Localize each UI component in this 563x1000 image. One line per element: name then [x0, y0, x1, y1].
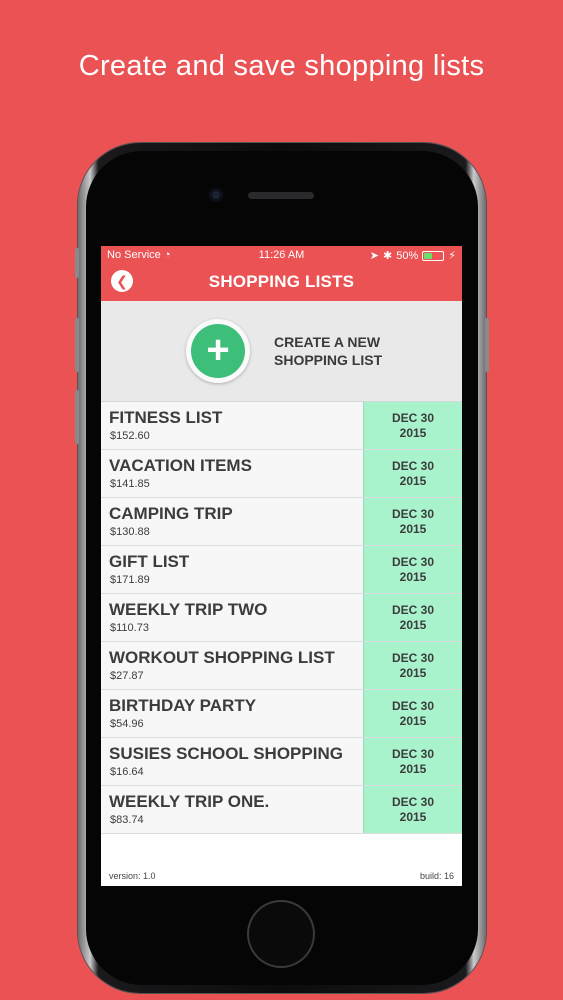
list-item-date: DEC 30 2015	[363, 642, 462, 689]
create-list-label[interactable]: CREATE A NEW SHOPPING LIST	[274, 333, 444, 369]
list-item-date-month: DEC 30	[391, 554, 435, 569]
status-right-group: ➤ ✱ 50% ⚡	[369, 249, 456, 263]
battery-level-fill	[424, 252, 433, 259]
bluetooth-icon: ✱	[383, 250, 393, 262]
list-item[interactable]: WEEKLY TRIP TWO $110.73 DEC 30 2015	[101, 594, 462, 642]
list-item-date: DEC 30 2015	[363, 546, 462, 593]
list-item-price: $141.85	[110, 478, 150, 490]
list-item-date-month: DEC 30	[391, 746, 435, 761]
list-item-title: VACATION ITEMS	[109, 456, 252, 475]
list-item-date: DEC 30 2015	[363, 450, 462, 497]
promo-headline: Create and save shopping lists	[78, 50, 485, 82]
list-item-date-year: 2015	[399, 809, 427, 824]
list-item-date: DEC 30 2015	[363, 402, 462, 449]
list-item-date: DEC 30 2015	[363, 498, 462, 545]
page-title: SHOPPING LISTS	[208, 272, 355, 291]
create-label-line1: CREATE A NEW	[274, 334, 381, 350]
list-item-title: WEEKLY TRIP ONE.	[109, 792, 270, 811]
list-item-date-year: 2015	[399, 761, 427, 776]
list-item-date: DEC 30 2015	[363, 738, 462, 785]
list-item-price: $152.60	[110, 430, 150, 442]
create-list-button[interactable]: +	[186, 319, 250, 383]
list-item-price: $171.89	[110, 574, 150, 586]
shopping-list-table: FITNESS LIST $152.60 DEC 30 2015 VACATIO…	[101, 402, 462, 834]
list-item-price: $83.74	[110, 814, 144, 826]
list-item-price: $110.73	[110, 622, 149, 634]
list-item-title: GIFT LIST	[109, 552, 190, 571]
list-item[interactable]: GIFT LIST $171.89 DEC 30 2015	[101, 546, 462, 594]
list-item[interactable]: VACATION ITEMS $141.85 DEC 30 2015	[101, 450, 462, 498]
battery-percent: 50%	[396, 249, 419, 262]
list-item-date-year: 2015	[399, 473, 427, 488]
list-item-title: BIRTHDAY PARTY	[109, 696, 257, 715]
list-item-date-month: DEC 30	[391, 698, 435, 713]
list-item[interactable]: BIRTHDAY PARTY $54.96 DEC 30 2015	[101, 690, 462, 738]
list-item-price: $16.64	[110, 766, 144, 778]
create-label-line2: SHOPPING LIST	[274, 352, 383, 368]
list-item-date-year: 2015	[399, 665, 427, 680]
list-item-title: WEEKLY TRIP TWO	[109, 600, 268, 619]
charging-icon: ⚡	[448, 250, 456, 262]
build-label: build: 16	[419, 871, 454, 881]
plus-icon: +	[191, 324, 245, 378]
list-item-price: $54.96	[110, 718, 144, 730]
app-screen: No Service ◔ 11:26 AM ➤ ✱ 50% ⚡ ❮ SHOPPI…	[101, 246, 462, 886]
list-item-date-month: DEC 30	[391, 458, 435, 473]
list-item-date: DEC 30 2015	[363, 594, 462, 641]
navigation-bar: ❮ SHOPPING LISTS	[101, 264, 462, 301]
list-item-price: $130.88	[110, 526, 150, 538]
phone-power-button	[485, 318, 489, 372]
list-item-date: DEC 30 2015	[363, 786, 462, 833]
list-item-title: WORKOUT SHOPPING LIST	[109, 648, 335, 667]
battery-icon	[422, 250, 445, 261]
list-item-price: $27.87	[110, 670, 144, 682]
front-camera	[209, 188, 223, 202]
version-label: version: 1.0	[109, 871, 156, 881]
home-button[interactable]	[249, 902, 313, 966]
list-item-date-month: DEC 30	[391, 794, 435, 809]
list-item-title: SUSIES SCHOOL SHOPPING	[109, 744, 343, 763]
list-item-title: FITNESS LIST	[109, 408, 223, 427]
list-item-date-year: 2015	[399, 521, 427, 536]
list-item[interactable]: WEEKLY TRIP ONE. $83.74 DEC 30 2015	[101, 786, 462, 834]
create-list-panel[interactable]: + CREATE A NEW SHOPPING LIST	[101, 301, 462, 402]
location-icon: ➤	[369, 250, 380, 262]
list-item-date-month: DEC 30	[391, 506, 435, 521]
list-item-date-year: 2015	[399, 617, 427, 632]
list-item-date: DEC 30 2015	[363, 690, 462, 737]
list-item[interactable]: FITNESS LIST $152.60 DEC 30 2015	[101, 402, 462, 450]
phone-volume-down	[75, 390, 79, 444]
status-bar: No Service ◔ 11:26 AM ➤ ✱ 50% ⚡	[101, 246, 462, 264]
list-item-title: CAMPING TRIP	[109, 504, 233, 523]
list-item-date-year: 2015	[399, 569, 427, 584]
list-item-date-year: 2015	[399, 713, 427, 728]
list-item[interactable]: WORKOUT SHOPPING LIST $27.87 DEC 30 2015	[101, 642, 462, 690]
list-item-date-year: 2015	[399, 425, 427, 440]
phone-volume-up	[75, 318, 79, 372]
earpiece-speaker	[248, 192, 314, 199]
list-item[interactable]: SUSIES SCHOOL SHOPPING $16.64 DEC 30 201…	[101, 738, 462, 786]
list-item[interactable]: CAMPING TRIP $130.88 DEC 30 2015	[101, 498, 462, 546]
list-item-date-month: DEC 30	[391, 650, 435, 665]
list-item-date-month: DEC 30	[391, 410, 435, 425]
list-item-date-month: DEC 30	[391, 602, 435, 617]
phone-mute-switch	[75, 248, 79, 278]
